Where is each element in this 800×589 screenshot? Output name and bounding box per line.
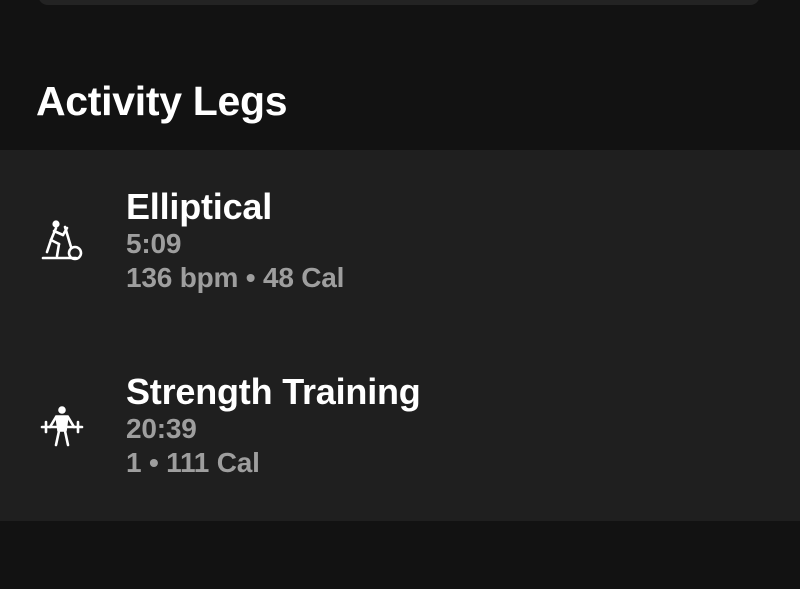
elliptical-icon: [36, 214, 88, 266]
previous-card-edge: [38, 0, 760, 5]
section-title: Activity Legs: [36, 78, 288, 124]
activity-name: Strength Training: [126, 371, 421, 412]
activity-stats: 136 bpm • 48 Cal: [126, 262, 345, 293]
activity-list: Elliptical 5:09 136 bpm • 48 Cal Strengt…: [0, 150, 800, 521]
screen: Activity Legs Elliptical 5:09 136 bpm • …: [0, 0, 800, 589]
activity-duration: 20:39: [126, 413, 197, 444]
activity-name: Elliptical: [126, 186, 273, 227]
activity-item-elliptical[interactable]: Elliptical 5:09 136 bpm • 48 Cal: [0, 150, 800, 335]
activity-text: Strength Training 20:39 1 • 111 Cal: [126, 372, 421, 480]
activity-item-strength-training[interactable]: Strength Training 20:39 1 • 111 Cal: [0, 335, 800, 520]
activity-stats: 1 • 111 Cal: [126, 447, 260, 478]
activity-duration: 5:09: [126, 228, 182, 259]
activity-text: Elliptical 5:09 136 bpm • 48 Cal: [126, 187, 344, 295]
strength-training-icon: [36, 401, 88, 453]
